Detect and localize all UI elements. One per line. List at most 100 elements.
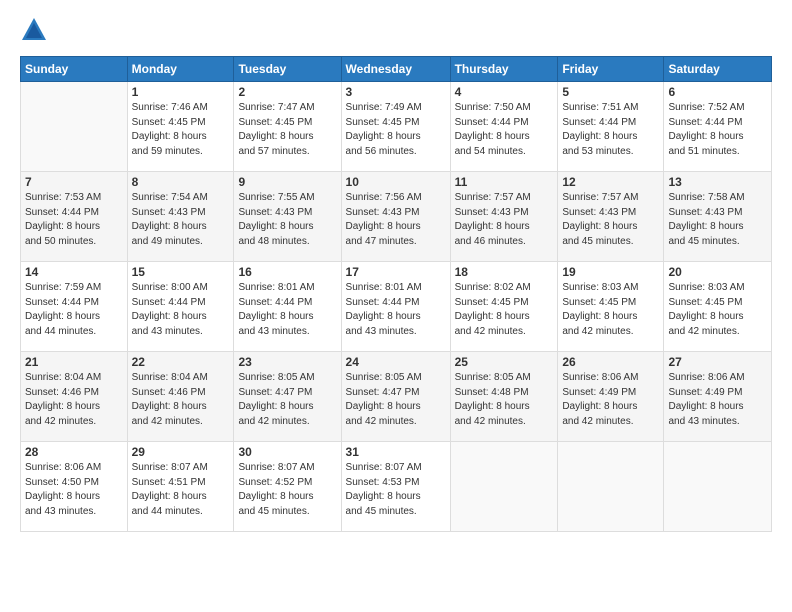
day-cell: 14Sunrise: 7:59 AM Sunset: 4:44 PM Dayli… [21, 262, 128, 352]
day-number: 17 [346, 265, 446, 279]
day-number: 22 [132, 355, 230, 369]
day-number: 5 [562, 85, 659, 99]
day-number: 20 [668, 265, 767, 279]
day-info: Sunrise: 8:06 AM Sunset: 4:49 PM Dayligh… [668, 371, 767, 429]
day-cell: 23 Sunrise: 8:05 AM Sunset: 4:47 PM Dayli… [234, 352, 341, 442]
day-cell: 10Sunrise: 7:56 AM Sunset: 4:43 PM Dayli… [341, 172, 450, 262]
day-info: Sunrise: 7:55 AM Sunset: 4:43 PM Dayligh… [238, 191, 336, 249]
day-info: Sunrise: 8:07 AM Sunset: 4:52 PM Dayligh… [238, 461, 336, 519]
day-info: Sunrise: 8:03 AM Sunset: 4:45 PM Dayligh… [562, 281, 659, 339]
day-number: 23 [238, 355, 336, 369]
day-cell: 13 Sunrise: 7:58 AM Sunset: 4:43 PM Dayli… [664, 172, 772, 262]
day-info: Sunrise: 7:58 AM Sunset: 4:43 PM Dayligh… [668, 191, 767, 249]
day-info: Sunrise: 8:03 AM Sunset: 4:45 PM Dayligh… [668, 281, 767, 339]
week-row-2: 7Sunrise: 7:53 AM Sunset: 4:44 PM Daylig… [21, 172, 772, 262]
day-cell: 25 Sunrise: 8:05 AM Sunset: 4:48 PM Dayli… [450, 352, 558, 442]
day-cell: 22 Sunrise: 8:04 AM Sunset: 4:46 PM Dayli… [127, 352, 234, 442]
day-info: Sunrise: 8:05 AM Sunset: 4:48 PM Dayligh… [455, 371, 554, 429]
calendar-table: SundayMondayTuesdayWednesdayThursdayFrid… [20, 56, 772, 532]
day-info: Sunrise: 8:05 AM Sunset: 4:47 PM Dayligh… [238, 371, 336, 429]
day-number: 27 [668, 355, 767, 369]
day-number: 25 [455, 355, 554, 369]
day-info: Sunrise: 7:50 AM Sunset: 4:44 PM Dayligh… [455, 101, 554, 159]
day-cell [21, 82, 128, 172]
day-cell: 3Sunrise: 7:49 AM Sunset: 4:45 PM Daylig… [341, 82, 450, 172]
day-cell: 11Sunrise: 7:57 AM Sunset: 4:43 PM Dayli… [450, 172, 558, 262]
day-number: 4 [455, 85, 554, 99]
day-number: 18 [455, 265, 554, 279]
calendar-body: 1 Sunrise: 7:46 AM Sunset: 4:45 PM Daylig… [21, 82, 772, 532]
day-number: 9 [238, 175, 336, 189]
header-cell-monday: Monday [127, 57, 234, 82]
day-cell: 26Sunrise: 8:06 AM Sunset: 4:49 PM Dayli… [558, 352, 664, 442]
header-cell-saturday: Saturday [664, 57, 772, 82]
day-number: 19 [562, 265, 659, 279]
day-cell: 21Sunrise: 8:04 AM Sunset: 4:46 PM Dayli… [21, 352, 128, 442]
day-cell: 6 Sunrise: 7:52 AM Sunset: 4:44 PM Daylig… [664, 82, 772, 172]
day-info: Sunrise: 7:53 AM Sunset: 4:44 PM Dayligh… [25, 191, 123, 249]
day-cell: 31 Sunrise: 8:07 AM Sunset: 4:53 PM Dayli… [341, 442, 450, 532]
day-info: Sunrise: 8:01 AM Sunset: 4:44 PM Dayligh… [238, 281, 336, 339]
day-cell: 27 Sunrise: 8:06 AM Sunset: 4:49 PM Dayli… [664, 352, 772, 442]
day-info: Sunrise: 7:46 AM Sunset: 4:45 PM Dayligh… [132, 101, 230, 159]
day-info: Sunrise: 7:49 AM Sunset: 4:45 PM Dayligh… [346, 101, 446, 159]
day-number: 13 [668, 175, 767, 189]
day-cell: 17 Sunrise: 8:01 AM Sunset: 4:44 PM Dayli… [341, 262, 450, 352]
day-number: 24 [346, 355, 446, 369]
page: SundayMondayTuesdayWednesdayThursdayFrid… [0, 0, 792, 612]
day-number: 2 [238, 85, 336, 99]
day-number: 26 [562, 355, 659, 369]
day-number: 15 [132, 265, 230, 279]
day-info: Sunrise: 8:04 AM Sunset: 4:46 PM Dayligh… [25, 371, 123, 429]
day-cell: 30 Sunrise: 8:07 AM Sunset: 4:52 PM Dayli… [234, 442, 341, 532]
week-row-5: 28 Sunrise: 8:06 AM Sunset: 4:50 PM Dayli… [21, 442, 772, 532]
day-number: 30 [238, 445, 336, 459]
day-cell: 29 Sunrise: 8:07 AM Sunset: 4:51 PM Dayli… [127, 442, 234, 532]
header-cell-sunday: Sunday [21, 57, 128, 82]
day-number: 12 [562, 175, 659, 189]
day-number: 28 [25, 445, 123, 459]
day-info: Sunrise: 7:47 AM Sunset: 4:45 PM Dayligh… [238, 101, 336, 159]
header-row: SundayMondayTuesdayWednesdayThursdayFrid… [21, 57, 772, 82]
day-info: Sunrise: 7:52 AM Sunset: 4:44 PM Dayligh… [668, 101, 767, 159]
day-number: 10 [346, 175, 446, 189]
logo [20, 16, 52, 44]
day-number: 29 [132, 445, 230, 459]
day-cell [558, 442, 664, 532]
day-cell: 2 Sunrise: 7:47 AM Sunset: 4:45 PM Daylig… [234, 82, 341, 172]
day-cell: 9 Sunrise: 7:55 AM Sunset: 4:43 PM Daylig… [234, 172, 341, 262]
week-row-4: 21Sunrise: 8:04 AM Sunset: 4:46 PM Dayli… [21, 352, 772, 442]
day-info: Sunrise: 8:07 AM Sunset: 4:53 PM Dayligh… [346, 461, 446, 519]
day-cell: 7Sunrise: 7:53 AM Sunset: 4:44 PM Daylig… [21, 172, 128, 262]
day-cell: 20 Sunrise: 8:03 AM Sunset: 4:45 PM Dayli… [664, 262, 772, 352]
day-number: 16 [238, 265, 336, 279]
day-info: Sunrise: 8:05 AM Sunset: 4:47 PM Dayligh… [346, 371, 446, 429]
day-number: 14 [25, 265, 123, 279]
day-number: 8 [132, 175, 230, 189]
day-number: 1 [132, 85, 230, 99]
header-cell-thursday: Thursday [450, 57, 558, 82]
day-number: 6 [668, 85, 767, 99]
day-info: Sunrise: 8:01 AM Sunset: 4:44 PM Dayligh… [346, 281, 446, 339]
day-number: 11 [455, 175, 554, 189]
day-cell: 18Sunrise: 8:02 AM Sunset: 4:45 PM Dayli… [450, 262, 558, 352]
logo-icon [20, 16, 48, 44]
day-info: Sunrise: 8:06 AM Sunset: 4:50 PM Dayligh… [25, 461, 123, 519]
day-cell: 12 Sunrise: 7:57 AM Sunset: 4:43 PM Dayli… [558, 172, 664, 262]
day-info: Sunrise: 7:51 AM Sunset: 4:44 PM Dayligh… [562, 101, 659, 159]
day-cell [450, 442, 558, 532]
day-info: Sunrise: 7:57 AM Sunset: 4:43 PM Dayligh… [562, 191, 659, 249]
day-number: 31 [346, 445, 446, 459]
day-cell: 19 Sunrise: 8:03 AM Sunset: 4:45 PM Dayli… [558, 262, 664, 352]
header [20, 16, 772, 44]
week-row-1: 1 Sunrise: 7:46 AM Sunset: 4:45 PM Daylig… [21, 82, 772, 172]
day-cell: 5 Sunrise: 7:51 AM Sunset: 4:44 PM Daylig… [558, 82, 664, 172]
day-cell: 16 Sunrise: 8:01 AM Sunset: 4:44 PM Dayli… [234, 262, 341, 352]
day-cell: 24 Sunrise: 8:05 AM Sunset: 4:47 PM Dayli… [341, 352, 450, 442]
day-cell: 8Sunrise: 7:54 AM Sunset: 4:43 PM Daylig… [127, 172, 234, 262]
header-cell-tuesday: Tuesday [234, 57, 341, 82]
day-info: Sunrise: 8:04 AM Sunset: 4:46 PM Dayligh… [132, 371, 230, 429]
day-cell: 28 Sunrise: 8:06 AM Sunset: 4:50 PM Dayli… [21, 442, 128, 532]
day-info: Sunrise: 8:00 AM Sunset: 4:44 PM Dayligh… [132, 281, 230, 339]
day-info: Sunrise: 8:07 AM Sunset: 4:51 PM Dayligh… [132, 461, 230, 519]
